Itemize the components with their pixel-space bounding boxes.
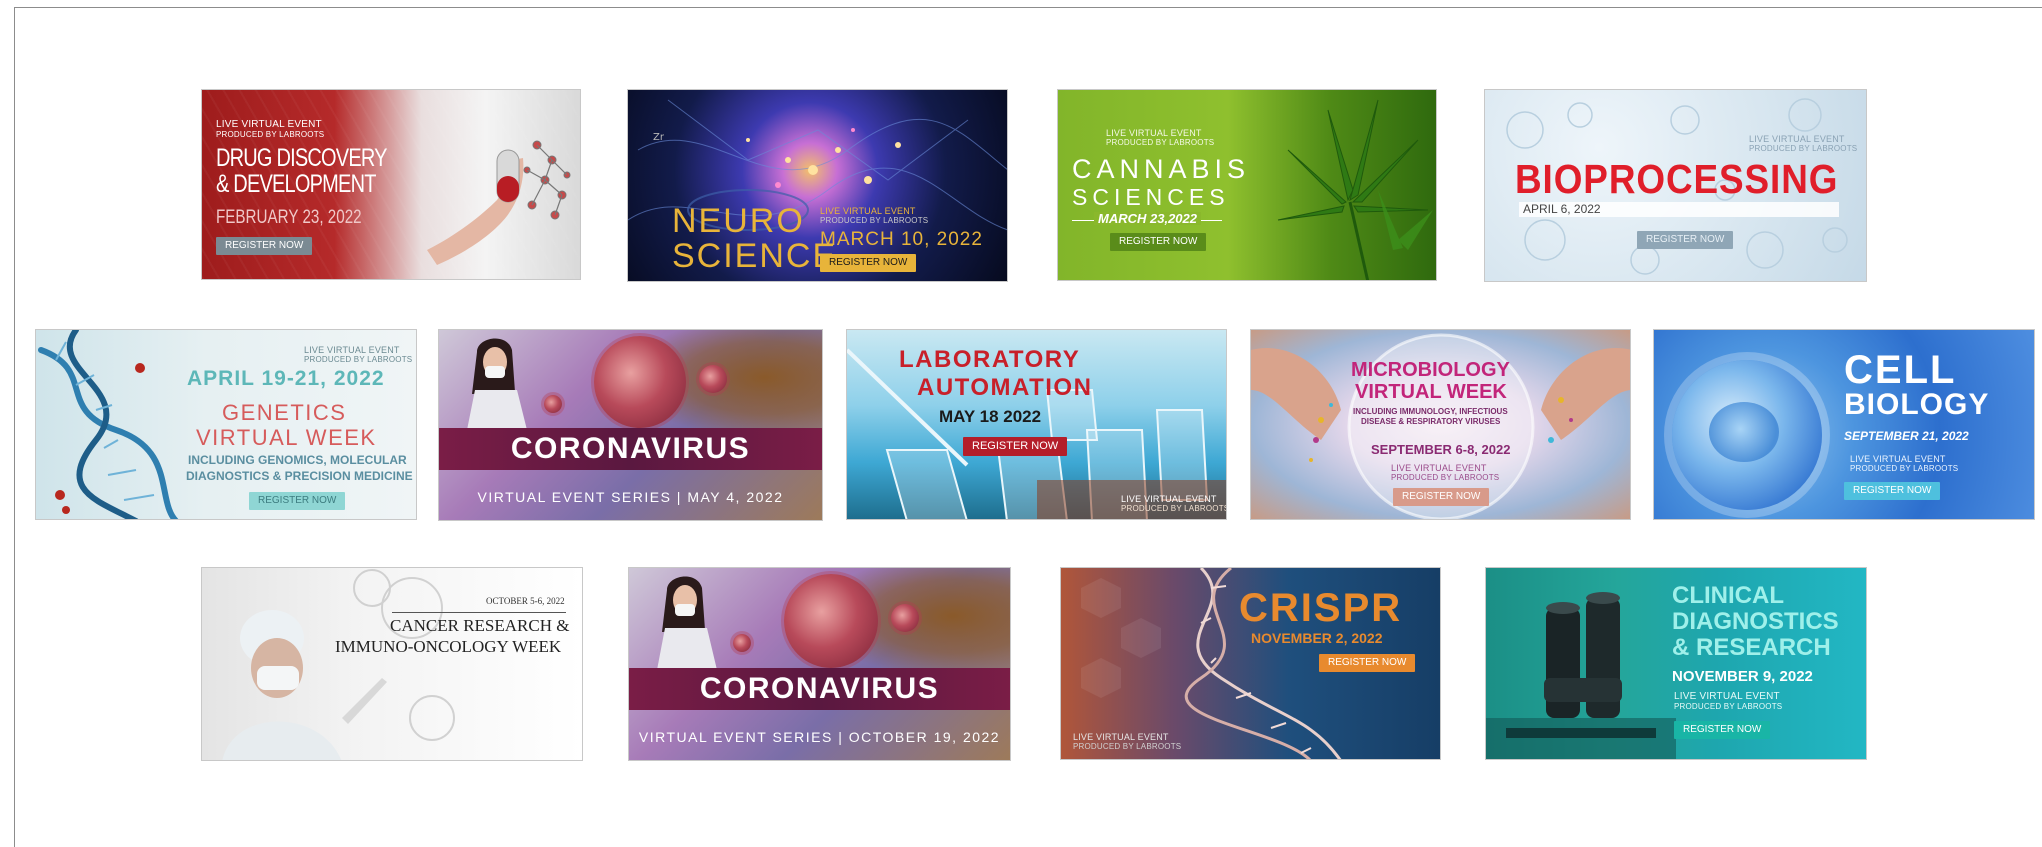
banner-crispr[interactable]: CRISPR NOVEMBER 2, 2022 REGISTER NOW LIV… — [1060, 567, 1441, 760]
neuro-producer: PRODUCED BY LABROOTS — [820, 216, 929, 225]
banner-cell-biology[interactable]: CELL BIOLOGY SEPTEMBER 21, 2022 LIVE VIR… — [1653, 329, 2035, 520]
micro-subtitle-line1: INCLUDING IMMUNOLOGY, INFECTIOUS — [1353, 407, 1508, 416]
banner-coronavirus-may[interactable]: CORONAVIRUS VIRTUAL EVENT SERIES | MAY 4… — [438, 329, 823, 521]
drug-title-line1: DRUG DISCOVERY — [216, 144, 387, 172]
micro-kicker: LIVE VIRTUAL EVENT — [1391, 463, 1487, 473]
neuro-kicker: LIVE VIRTUAL EVENT — [820, 206, 916, 216]
labauto-title-line2: AUTOMATION — [917, 374, 1093, 401]
bio-register-button[interactable]: REGISTER NOW — [1637, 231, 1734, 249]
drug-kicker: LIVE VIRTUAL EVENT — [216, 119, 322, 130]
cancer-date: OCTOBER 5-6, 2022 — [486, 596, 565, 606]
labauto-date: MAY 18 2022 — [939, 407, 1042, 426]
micro-date: SEPTEMBER 6-8, 2022 — [1371, 442, 1511, 457]
cannabis-title-line1: CANNABIS — [1072, 154, 1251, 184]
banner-coronavirus-october[interactable]: CORONAVIRUS VIRTUAL EVENT SERIES | OCTOB… — [628, 567, 1011, 761]
banner-drug-discovery[interactable]: LIVE VIRTUAL EVENT PRODUCED BY LABROOTS … — [201, 89, 581, 280]
clinical-title-line1: CLINICAL — [1672, 582, 1784, 609]
virus-icon — [699, 365, 727, 393]
micro-title-line1: MICROBIOLOGY — [1351, 359, 1510, 381]
crispr-title: CRISPR — [1239, 586, 1403, 630]
clinical-producer: PRODUCED BY LABROOTS — [1674, 702, 1783, 711]
drug-producer: PRODUCED BY LABROOTS — [216, 130, 325, 139]
cancer-title-line2: IMMUNO-ONCOLOGY WEEK — [335, 637, 562, 656]
bio-kicker: LIVE VIRTUAL EVENT — [1749, 134, 1845, 144]
hand-holding-capsule-icon — [427, 140, 571, 265]
genetics-subtitle-line2: DIAGNOSTICS & PRECISION MEDICINE — [186, 469, 413, 483]
svg-text:Zr: Zr — [653, 132, 665, 143]
labauto-producer: PRODUCED BY LABROOTS — [1121, 504, 1227, 513]
banner-cancer-research[interactable]: OCTOBER 5-6, 2022 CANCER RESEARCH & IMMU… — [201, 567, 583, 761]
labauto-kicker: LIVE VIRTUAL EVENT — [1121, 494, 1217, 504]
drug-register-button[interactable]: REGISTER NOW — [216, 237, 313, 255]
virus-icon — [733, 634, 751, 652]
corona1-subtitle: VIRTUAL EVENT SERIES | MAY 4, 2022 — [477, 489, 784, 505]
crispr-producer: PRODUCED BY LABROOTS — [1073, 742, 1182, 751]
cell-date: SEPTEMBER 21, 2022 — [1844, 429, 1969, 443]
cell-producer: PRODUCED BY LABROOTS — [1850, 464, 1959, 473]
neuro-register-button[interactable]: REGISTER NOW — [820, 254, 917, 272]
cannabis-register-button[interactable]: REGISTER NOW — [1110, 233, 1207, 251]
virus-icon — [544, 395, 562, 413]
clinical-title-line3: & RESEARCH — [1672, 634, 1831, 661]
corona2-subtitle: VIRTUAL EVENT SERIES | OCTOBER 19, 2022 — [638, 729, 1001, 745]
clinical-title-line2: DIAGNOSTICS — [1672, 608, 1839, 635]
banner-bioprocessing[interactable]: LIVE VIRTUAL EVENT PRODUCED BY LABROOTS … — [1484, 89, 1867, 282]
labauto-register-button[interactable]: REGISTER NOW — [963, 437, 1068, 456]
neuro-title-line1: NEURO — [672, 202, 805, 240]
cancer-divider — [392, 612, 566, 613]
cannabis-kicker: LIVE VIRTUAL EVENT — [1106, 128, 1202, 138]
cannabis-leaf-icon — [1277, 99, 1433, 280]
cell-kicker: LIVE VIRTUAL EVENT — [1850, 454, 1946, 464]
banner-laboratory-automation[interactable]: LABORATORY AUTOMATION MAY 18 2022 REGIST… — [846, 329, 1227, 520]
dna-helix-icon — [38, 330, 179, 519]
banner-neuroscience[interactable]: Zr NEURO SCIENCE LIVE VIRTUAL EVENT PROD… — [627, 89, 1008, 282]
micro-subtitle-line2: DISEASE & RESPIRATORY VIRUSES — [1361, 417, 1501, 426]
cell-title-line2: BIOLOGY — [1844, 388, 1990, 421]
micro-title-line2: VIRTUAL WEEK — [1355, 381, 1507, 403]
woman-sneezing-icon — [657, 576, 717, 670]
genetics-register-button[interactable]: REGISTER NOW — [249, 492, 346, 510]
corona1-title: CORONAVIRUS — [439, 428, 822, 470]
banner-cannabis-sciences[interactable]: LIVE VIRTUAL EVENT PRODUCED BY LABROOTS … — [1057, 89, 1437, 281]
drug-title-line2: & DEVELOPMENT — [216, 170, 376, 198]
clinical-kicker: LIVE VIRTUAL EVENT — [1674, 691, 1780, 702]
cell-register-button[interactable]: REGISTER NOW — [1844, 482, 1941, 500]
virus-icon — [594, 336, 686, 428]
clinical-date: NOVEMBER 9, 2022 — [1672, 668, 1813, 685]
banner-microbiology-virtual-week[interactable]: MICROBIOLOGY VIRTUAL WEEK INCLUDING IMMU… — [1250, 329, 1631, 520]
bio-date: APRIL 6, 2022 — [1519, 202, 1839, 217]
bio-title: BIOPROCESSING — [1515, 156, 1839, 202]
cancer-title-line1: CANCER RESEARCH & — [390, 616, 570, 635]
genetics-kicker: LIVE VIRTUAL EVENT — [304, 345, 400, 355]
drug-date: FEBRUARY 23, 2022 — [216, 207, 362, 228]
crispr-kicker: LIVE VIRTUAL EVENT — [1073, 732, 1169, 742]
genetics-date: APRIL 19-21, 2022 — [187, 367, 385, 390]
micro-register-button[interactable]: REGISTER NOW — [1393, 488, 1490, 506]
clinical-register-button[interactable]: REGISTER NOW — [1674, 721, 1771, 739]
woman-sneezing-icon — [467, 338, 527, 430]
banner-clinical-diagnostics[interactable]: CLINICAL DIAGNOSTICS & RESEARCH NOVEMBER… — [1485, 567, 1867, 760]
cannabis-producer: PRODUCED BY LABROOTS — [1106, 138, 1215, 147]
cannabis-title-line2: SCIENCES — [1072, 184, 1230, 210]
corona2-title: CORONAVIRUS — [629, 668, 1010, 710]
neuro-title-line2: SCIENCE — [672, 237, 838, 275]
micro-producer: PRODUCED BY LABROOTS — [1391, 473, 1500, 482]
virus-icon — [784, 574, 878, 668]
crispr-date: NOVEMBER 2, 2022 — [1251, 630, 1383, 646]
genetics-subtitle-line1: INCLUDING GENOMICS, MOLECULAR — [188, 453, 407, 467]
banner-genetics-virtual-week[interactable]: LIVE VIRTUAL EVENT PRODUCED BY LABROOTS … — [35, 329, 417, 520]
labauto-title-line1: LABORATORY — [899, 346, 1081, 373]
crispr-register-button[interactable]: REGISTER NOW — [1319, 654, 1416, 672]
cell-sphere-icon — [1709, 402, 1779, 462]
genetics-title-line2: VIRTUAL WEEK — [196, 425, 377, 450]
microscope-icon — [1486, 592, 1676, 759]
genetics-producer: PRODUCED BY LABROOTS — [304, 355, 413, 364]
neuro-date: MARCH 10, 2022 — [820, 229, 983, 250]
bio-producer: PRODUCED BY LABROOTS — [1749, 144, 1858, 153]
cell-title-line1: CELL — [1844, 348, 1957, 392]
genetics-title-line1: GENETICS — [222, 400, 347, 425]
cannabis-date: MARCH 23,2022 — [1094, 212, 1201, 225]
scientist-icon — [222, 569, 455, 760]
virus-icon — [891, 604, 919, 632]
